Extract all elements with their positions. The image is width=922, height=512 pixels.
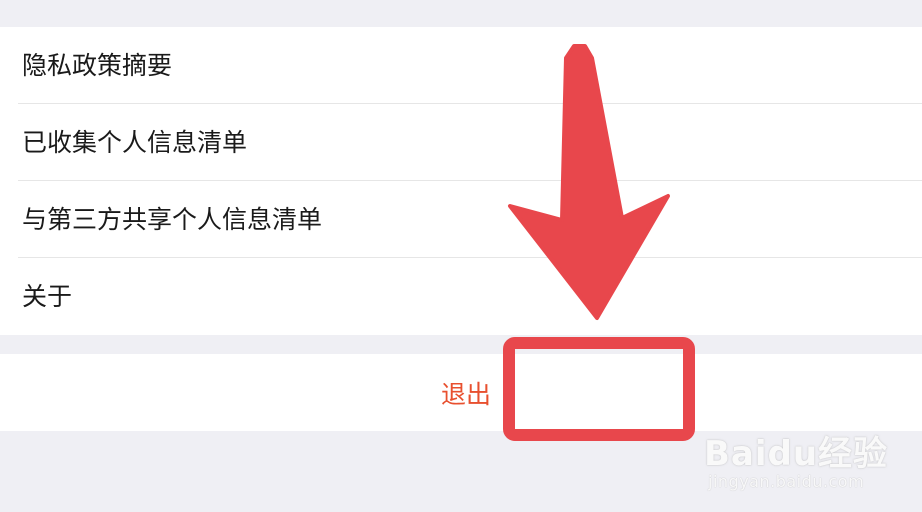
settings-menu-list: 隐私政策摘要 已收集个人信息清单 与第三方共享个人信息清单 关于: [0, 27, 922, 335]
menu-item-label: 隐私政策摘要: [22, 51, 173, 80]
menu-item-label: 已收集个人信息清单: [22, 128, 248, 157]
watermark-url: jingyan.baidu.com: [708, 472, 865, 491]
watermark-brand: Baidu经验: [704, 434, 889, 474]
menu-item-about[interactable]: 关于: [0, 258, 922, 335]
logout-label: 退出: [440, 379, 491, 409]
menu-item-privacy-summary[interactable]: 隐私政策摘要: [0, 27, 922, 104]
menu-item-third-party-share-list[interactable]: 与第三方共享个人信息清单: [0, 181, 922, 258]
logout-section: 退出: [0, 354, 922, 431]
logout-button[interactable]: 退出: [0, 354, 922, 431]
menu-item-label: 关于: [22, 282, 73, 311]
menu-item-collected-info-list[interactable]: 已收集个人信息清单: [0, 104, 922, 181]
menu-item-label: 与第三方共享个人信息清单: [22, 205, 323, 234]
